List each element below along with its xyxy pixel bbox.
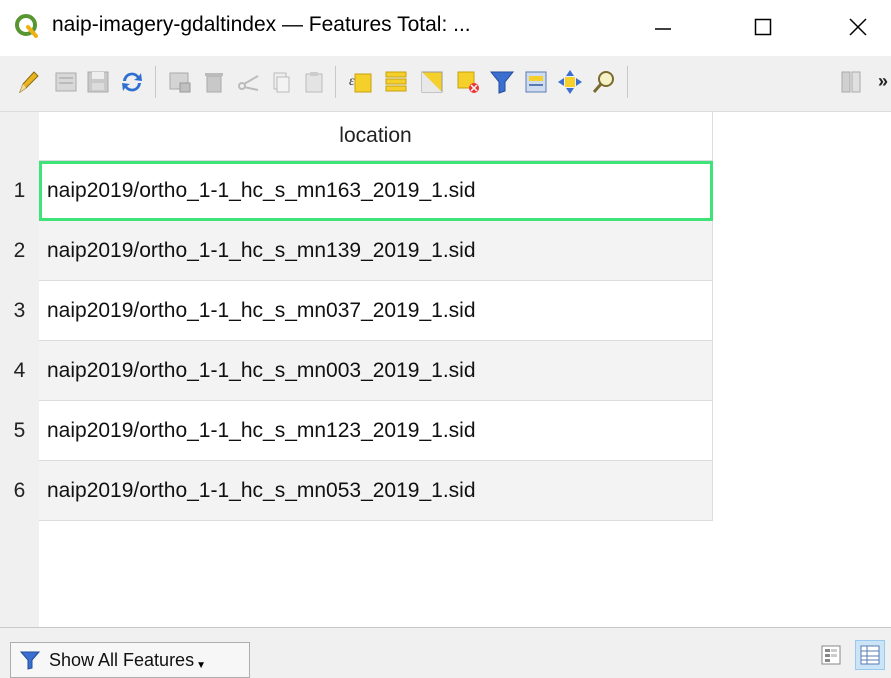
paste-icon[interactable] xyxy=(300,68,328,96)
select-all-icon[interactable] xyxy=(382,68,410,96)
filter-selection-icon[interactable] xyxy=(488,68,516,96)
pencil-edit-icon[interactable] xyxy=(14,68,42,96)
deselect-all-icon[interactable] xyxy=(454,68,482,96)
row-number[interactable]: 2 xyxy=(0,221,39,281)
minimize-button[interactable] xyxy=(640,4,686,50)
attribute-table: location 1 naip2019/ortho_1-1_hc_s_mn163… xyxy=(0,112,891,627)
filter-button-label: Show All Features xyxy=(49,649,195,670)
row-number[interactable]: 1 xyxy=(0,161,39,221)
location-cell[interactable]: naip2019/ortho_1-1_hc_s_mn003_2019_1.sid xyxy=(39,341,713,401)
table-row[interactable]: 4 naip2019/ortho_1-1_hc_s_mn003_2019_1.s… xyxy=(0,341,713,401)
close-button[interactable] xyxy=(835,4,881,50)
cut-icon[interactable] xyxy=(234,68,262,96)
row-number[interactable]: 3 xyxy=(0,281,39,341)
invert-selection-icon[interactable] xyxy=(418,68,446,96)
svg-text:ε: ε xyxy=(349,74,355,89)
maximize-icon xyxy=(754,18,772,36)
multi-edit-icon[interactable] xyxy=(52,68,80,96)
row-number[interactable]: 4 xyxy=(0,341,39,401)
title-bar: naip-imagery-gdaltindex — Features Total… xyxy=(0,0,891,53)
table-view-button[interactable] xyxy=(855,640,885,670)
maximize-button[interactable] xyxy=(740,4,786,50)
copy-icon[interactable] xyxy=(266,68,294,96)
table-corner[interactable] xyxy=(0,112,39,161)
table-view-icon xyxy=(860,645,880,665)
new-field-icon[interactable] xyxy=(838,68,866,96)
select-expression-icon[interactable]: ε xyxy=(346,68,374,96)
location-cell[interactable]: naip2019/ortho_1-1_hc_s_mn123_2019_1.sid xyxy=(39,401,713,461)
save-edits-icon[interactable] xyxy=(84,68,112,96)
table-row[interactable]: 6 naip2019/ortho_1-1_hc_s_mn053_2019_1.s… xyxy=(0,461,713,521)
row-number[interactable]: 6 xyxy=(0,461,39,521)
table-row[interactable]: 3 naip2019/ortho_1-1_hc_s_mn037_2019_1.s… xyxy=(0,281,713,341)
column-header-location[interactable]: location xyxy=(39,112,713,161)
reload-icon[interactable] xyxy=(118,68,146,96)
qgis-logo-icon xyxy=(15,14,38,38)
form-view-button[interactable] xyxy=(816,640,846,670)
row-number[interactable]: 5 xyxy=(0,401,39,461)
form-view-icon xyxy=(821,645,841,665)
table-row[interactable]: 5 naip2019/ortho_1-1_hc_s_mn123_2019_1.s… xyxy=(0,401,713,461)
bottom-bar: Show All Features ▼ xyxy=(0,627,891,678)
toolbar-overflow-button[interactable]: » xyxy=(878,71,888,92)
minimize-icon xyxy=(655,28,671,30)
attribute-toolbar: ε » xyxy=(0,56,891,112)
add-feature-icon[interactable] xyxy=(166,68,194,96)
delete-feature-icon[interactable] xyxy=(200,68,228,96)
show-all-features-button[interactable]: Show All Features ▼ xyxy=(10,642,250,678)
filter-icon xyxy=(19,651,41,670)
pan-to-selection-icon[interactable] xyxy=(556,68,584,96)
toolbar-separator xyxy=(335,66,336,98)
table-empty-area xyxy=(39,521,891,627)
zoom-to-selection-icon[interactable] xyxy=(590,68,618,96)
location-cell[interactable]: naip2019/ortho_1-1_hc_s_mn163_2019_1.sid xyxy=(39,161,713,221)
close-icon xyxy=(849,18,867,36)
toolbar-separator xyxy=(155,66,156,98)
location-cell[interactable]: naip2019/ortho_1-1_hc_s_mn037_2019_1.sid xyxy=(39,281,713,341)
dropdown-caret-icon: ▼ xyxy=(196,659,206,671)
table-row[interactable]: 1 naip2019/ortho_1-1_hc_s_mn163_2019_1.s… xyxy=(0,161,713,221)
toolbar-separator xyxy=(627,66,628,98)
table-row[interactable]: 2 naip2019/ortho_1-1_hc_s_mn139_2019_1.s… xyxy=(0,221,713,281)
table-rows: 1 naip2019/ortho_1-1_hc_s_mn163_2019_1.s… xyxy=(0,161,713,521)
move-selection-top-icon[interactable] xyxy=(522,68,550,96)
window-title: naip-imagery-gdaltindex — Features Total… xyxy=(52,13,471,36)
location-cell[interactable]: naip2019/ortho_1-1_hc_s_mn053_2019_1.sid xyxy=(39,461,713,521)
location-cell[interactable]: naip2019/ortho_1-1_hc_s_mn139_2019_1.sid xyxy=(39,221,713,281)
